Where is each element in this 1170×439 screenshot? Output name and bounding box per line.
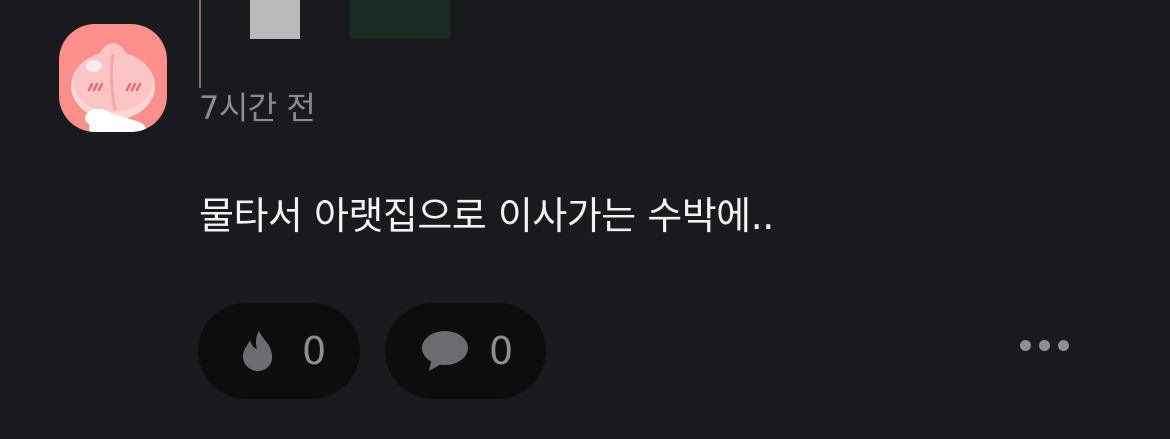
like-button[interactable]: 0 xyxy=(198,303,360,399)
reply-button[interactable]: 0 xyxy=(385,303,546,399)
flame-icon xyxy=(234,327,282,375)
comment-body: 물타서 아랫집으로 이사가는 수박에.. xyxy=(199,194,774,238)
thread-connector-line xyxy=(199,0,201,88)
more-options-button[interactable] xyxy=(1012,330,1076,360)
comment-item: 7시간 전 물타서 아랫집으로 이사가는 수박에.. 0 0 xyxy=(0,0,1170,439)
avatar[interactable] xyxy=(59,24,167,132)
speech-bubble-icon xyxy=(421,327,469,375)
reply-count: 0 xyxy=(489,329,514,373)
peach-character-icon xyxy=(71,43,155,132)
previous-image-thumbnail[interactable] xyxy=(250,0,300,39)
like-count: 0 xyxy=(302,329,327,373)
comment-timestamp: 7시간 전 xyxy=(199,89,316,127)
previous-image-thumbnail-2[interactable] xyxy=(350,0,450,39)
more-dots-icon xyxy=(1019,339,1031,351)
